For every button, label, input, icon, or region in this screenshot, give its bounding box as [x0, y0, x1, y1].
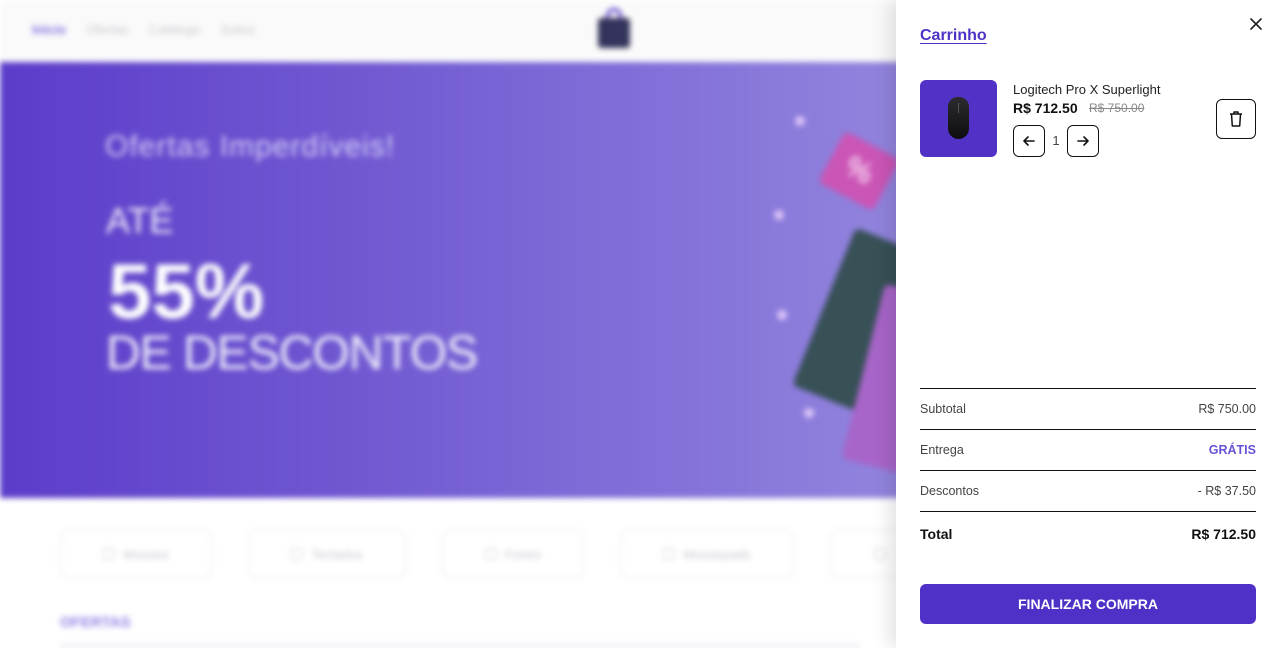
- total-value: R$ 712.50: [1191, 526, 1256, 542]
- cart-item-price: R$ 712.50: [1013, 100, 1078, 116]
- discount-value: - R$ 37.50: [1197, 484, 1256, 498]
- cart-drawer: Carrinho Logitech Pro X Superlight R$ 71…: [896, 0, 1280, 648]
- cart-item-old-price: R$ 750.00: [1089, 101, 1145, 115]
- arrow-right-icon: [1077, 136, 1089, 146]
- remove-item-button[interactable]: [1216, 99, 1256, 139]
- cart-item-name: Logitech Pro X Superlight: [1013, 82, 1161, 97]
- delivery-value: GRÁTIS: [1208, 443, 1256, 457]
- discount-label: Descontos: [920, 484, 980, 498]
- drawer-backdrop[interactable]: [0, 0, 896, 648]
- arrow-left-icon: [1023, 136, 1035, 146]
- summary-discount-row: Descontos - R$ 37.50: [920, 470, 1256, 511]
- trash-icon: [1230, 111, 1242, 127]
- checkout-button[interactable]: FINALIZAR COMPRA: [920, 584, 1256, 624]
- mouse-product-image: [920, 80, 997, 157]
- quantity-value: 1: [1052, 133, 1060, 148]
- close-icon[interactable]: [1246, 14, 1266, 34]
- delivery-label: Entrega: [920, 443, 964, 457]
- summary-delivery-row: Entrega GRÁTIS: [920, 429, 1256, 470]
- increase-quantity-button[interactable]: [1067, 125, 1099, 157]
- order-summary: Subtotal R$ 750.00 Entrega GRÁTIS Descon…: [920, 388, 1256, 556]
- cart-title: Carrinho: [920, 27, 987, 44]
- total-label: Total: [920, 526, 953, 542]
- cart-item: Logitech Pro X Superlight R$ 712.50 R$ 7…: [920, 80, 1256, 160]
- subtotal-value: R$ 750.00: [1198, 402, 1256, 416]
- summary-subtotal-row: Subtotal R$ 750.00: [920, 388, 1256, 429]
- subtotal-label: Subtotal: [920, 402, 966, 416]
- decrease-quantity-button[interactable]: [1013, 125, 1045, 157]
- summary-total-row: Total R$ 712.50: [920, 511, 1256, 556]
